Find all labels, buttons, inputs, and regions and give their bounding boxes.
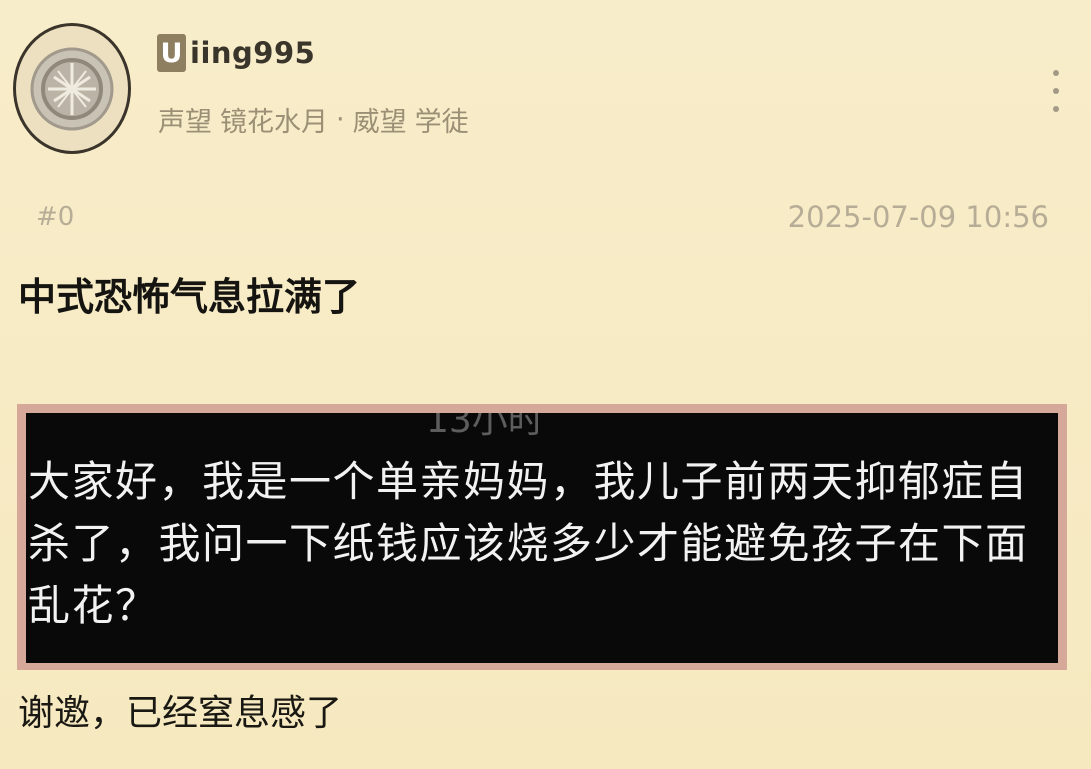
floor-number: #0 bbox=[36, 202, 75, 232]
embedded-screenshot: 13小时 大家好，我是一个单亲妈妈，我儿子前两天抑郁症自杀了，我问一下纸钱应该烧… bbox=[17, 404, 1067, 670]
post-card: U iing995 声望 镜花水月 · 威望 学徒 #0 2025-07-09 … bbox=[0, 0, 1091, 769]
reputation-label: 声望 bbox=[158, 107, 212, 138]
user-meta: 声望 镜花水月 · 威望 学徒 bbox=[158, 100, 469, 139]
embedded-cut-text: 13小时 bbox=[426, 413, 544, 441]
username-row: U iing995 bbox=[157, 34, 315, 72]
more-dot bbox=[1053, 70, 1059, 76]
post-caption: 谢邀，已经窒息感了 bbox=[18, 693, 343, 734]
embedded-message: 大家好，我是一个单亲妈妈，我儿子前两天抑郁症自杀了，我问一下纸钱应该烧多少才能避… bbox=[28, 457, 1029, 630]
reputation-value: 镜花水月 bbox=[220, 107, 328, 138]
post-title: 中式恐怖气息拉满了 bbox=[18, 275, 361, 319]
more-vertical-icon[interactable] bbox=[1050, 70, 1062, 112]
globe-avatar-icon bbox=[30, 47, 114, 130]
prestige-label: 威望 bbox=[352, 107, 407, 138]
more-dot bbox=[1053, 106, 1059, 112]
embedded-screenshot-content: 13小时 大家好，我是一个单亲妈妈，我儿子前两天抑郁症自杀了，我问一下纸钱应该烧… bbox=[26, 413, 1058, 663]
prestige-value: 学徒 bbox=[414, 107, 469, 138]
avatar[interactable] bbox=[13, 23, 131, 154]
post-time: 2025-07-09 10:56 bbox=[787, 200, 1049, 234]
username[interactable]: iing995 bbox=[190, 36, 315, 70]
meta-separator: · bbox=[336, 104, 345, 135]
more-dot bbox=[1053, 88, 1059, 94]
level-badge: U bbox=[157, 34, 186, 72]
